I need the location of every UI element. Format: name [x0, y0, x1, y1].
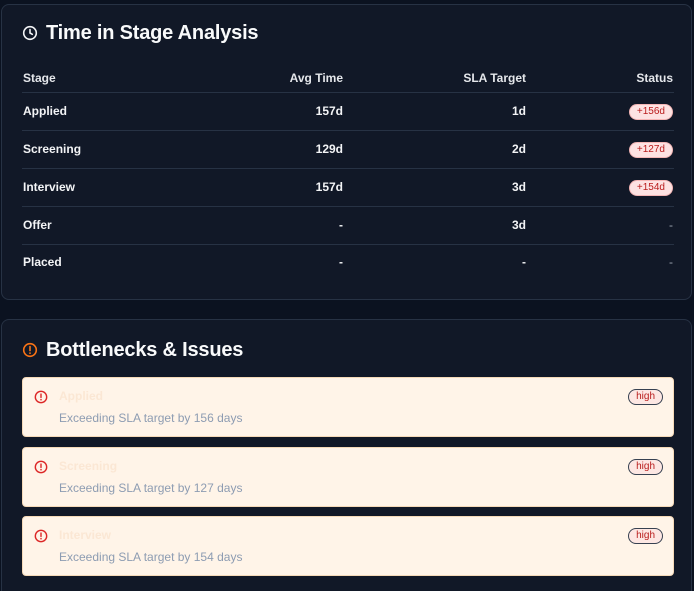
bottlenecks-card: Bottlenecks & Issues Applied Exceeding S…: [1, 319, 692, 591]
issue-title: Interview: [59, 528, 112, 542]
bottlenecks-header: Bottlenecks & Issues: [22, 336, 243, 364]
severity-badge: high: [628, 389, 663, 405]
table-header-row: Stage Avg Time SLA Target Status: [22, 64, 674, 93]
table-row: Interview 157d 3d +154d: [22, 168, 674, 207]
sla-target-cell: 3d: [344, 168, 527, 207]
alert-circle-icon: [34, 390, 48, 404]
issue-item: Interview Exceeding SLA target by 154 da…: [22, 516, 674, 576]
time-in-stage-title: Time in Stage Analysis: [46, 21, 259, 44]
status-cell: +156d: [527, 92, 674, 131]
status-badge: +127d: [628, 141, 673, 158]
severity-badge: high: [628, 459, 663, 475]
alert-circle-icon: [22, 342, 38, 358]
stage-cell: Applied: [22, 92, 182, 131]
status-badge: +154d: [628, 179, 673, 196]
issue-description: Exceeding SLA target by 154 days: [59, 550, 243, 564]
table-row: Offer - 3d -: [22, 206, 674, 245]
column-header-stage: Stage: [22, 64, 182, 93]
status-cell: -: [527, 206, 674, 245]
severity-badge: high: [628, 528, 663, 544]
column-header-sla-target: SLA Target: [344, 64, 527, 93]
time-in-stage-header: Time in Stage Analysis: [22, 19, 259, 47]
table-row: Applied 157d 1d +156d: [22, 92, 674, 131]
status-cell: -: [669, 255, 673, 270]
column-header-status: Status: [527, 64, 674, 93]
avg-time-cell: 157d: [182, 168, 344, 207]
status-cell: +154d: [527, 168, 674, 207]
stage-cell: Placed: [23, 255, 62, 270]
avg-time-cell: 157d: [182, 92, 344, 131]
issue-title: Screening: [59, 459, 118, 473]
time-in-stage-table: Stage Avg Time SLA Target Status Applied…: [22, 64, 674, 280]
issue-title: Applied: [59, 389, 103, 403]
issue-description: Exceeding SLA target by 127 days: [59, 481, 243, 495]
avg-time-cell: -: [339, 255, 343, 270]
table-row: Screening 129d 2d +127d: [22, 130, 674, 169]
clock-icon: [22, 25, 38, 41]
alert-circle-icon: [34, 529, 48, 543]
status-badge: +156d: [628, 103, 673, 120]
bottlenecks-title: Bottlenecks & Issues: [46, 338, 244, 361]
alert-circle-icon: [34, 460, 48, 474]
issue-item: Applied Exceeding SLA target by 156 days…: [22, 377, 674, 437]
stage-cell: Interview: [22, 168, 182, 207]
stage-cell: Screening: [22, 130, 182, 169]
issue-description: Exceeding SLA target by 156 days: [59, 411, 243, 425]
column-header-avg-time: Avg Time: [182, 64, 344, 93]
sla-target-cell: -: [522, 255, 526, 270]
sla-target-cell: 3d: [344, 206, 527, 245]
sla-target-cell: 2d: [344, 130, 527, 169]
issue-item: Screening Exceeding SLA target by 127 da…: [22, 447, 674, 507]
time-in-stage-card: Time in Stage Analysis Stage Avg Time SL…: [1, 4, 692, 300]
avg-time-cell: 129d: [182, 130, 344, 169]
avg-time-cell: -: [182, 206, 344, 245]
status-cell: +127d: [527, 130, 674, 169]
stage-cell: Offer: [22, 206, 182, 245]
table-row: Placed - - -: [22, 244, 674, 280]
sla-target-cell: 1d: [344, 92, 527, 131]
